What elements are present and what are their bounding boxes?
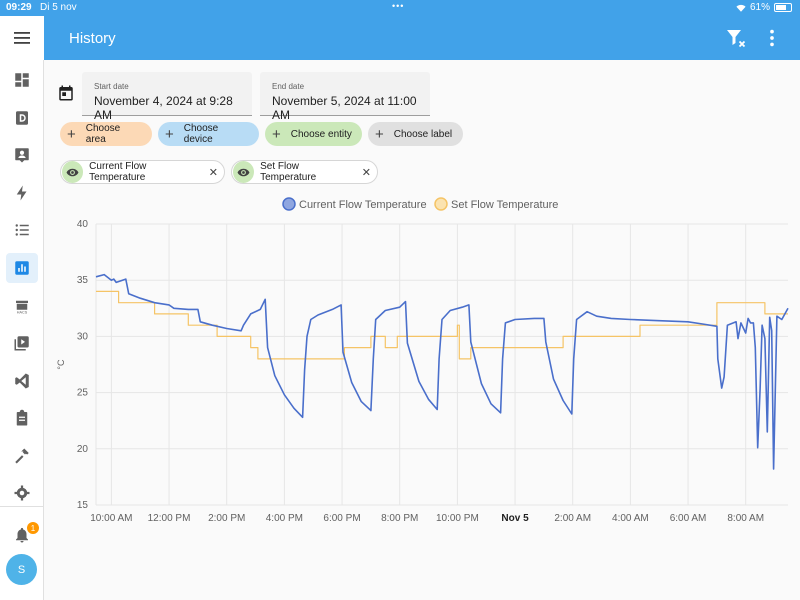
sidebar-divider [0, 506, 44, 507]
multitask-dots-icon[interactable]: ••• [392, 1, 404, 11]
legend-label[interactable]: Current Flow Temperature [299, 199, 427, 211]
sidebar-item-history[interactable] [6, 253, 38, 283]
plus-icon: + [272, 125, 281, 143]
cog-icon [14, 485, 30, 501]
account-box-icon [15, 148, 29, 163]
x-tick-label: 6:00 AM [670, 513, 707, 524]
start-date-field[interactable]: Start date November 4, 2024 at 9:28 AM [82, 72, 252, 122]
choose-entity-chip[interactable]: + Choose entity [265, 122, 362, 146]
chart-box-icon [15, 261, 29, 275]
page-title: History [69, 30, 116, 47]
hacs-icon: HACS [16, 300, 28, 315]
history-content: Start date November 4, 2024 at 9:28 AM E… [44, 60, 800, 600]
choose-device-chip[interactable]: + Choose device [158, 122, 259, 146]
x-tick-label: 10:00 PM [436, 513, 479, 524]
y-tick-label: 20 [77, 444, 89, 455]
plus-icon: + [375, 125, 384, 143]
x-tick-label: 6:00 PM [323, 513, 360, 524]
user-avatar[interactable]: S [6, 554, 37, 585]
legend-label[interactable]: Set Flow Temperature [451, 199, 558, 211]
x-tick-label: 2:00 AM [554, 513, 591, 524]
choose-label-label: Choose label [393, 128, 453, 140]
sidebar-item-hacs[interactable]: HACS [6, 291, 38, 321]
hammer-icon [15, 448, 29, 464]
battery-percent: 61% [749, 2, 770, 13]
remove-chip-icon[interactable]: ✕ [209, 166, 218, 179]
sidebar-item-logbook[interactable] [6, 215, 38, 245]
sidebar-item-settings[interactable] [6, 478, 38, 508]
ios-status-bar: 09:29 Di 5 nov ••• 61% [0, 0, 800, 16]
sidebar-item-developer-tools[interactable] [6, 441, 38, 471]
hamburger-menu-icon [14, 32, 30, 44]
x-tick-label: 8:00 PM [381, 513, 418, 524]
selected-entity-chip[interactable]: Set Flow Temperature ✕ [231, 160, 378, 184]
start-date-value: November 4, 2024 at 9:28 AM [94, 94, 233, 122]
x-tick-label: 8:00 AM [727, 513, 764, 524]
vscode-icon [15, 373, 29, 389]
status-date: Di 5 nov [40, 2, 77, 13]
y-tick-label: 40 [77, 219, 89, 230]
d-square-icon [16, 111, 28, 125]
choose-label-chip[interactable]: + Choose label [368, 122, 463, 146]
sidebar-item-energy[interactable] [6, 178, 38, 208]
start-date-label: Start date [94, 82, 129, 91]
notification-count-badge: 1 [27, 522, 39, 534]
sidebar: HACS 1 S [0, 16, 44, 600]
y-axis-label: °C [56, 359, 66, 370]
choose-area-chip[interactable]: + Choose area [60, 122, 152, 146]
x-tick-label: 10:00 AM [90, 513, 132, 524]
selected-entity-label: Current Flow Temperature [89, 161, 147, 183]
series-current-flow-temperature [95, 273, 789, 470]
y-tick-label: 30 [77, 331, 89, 342]
y-tick-label: 25 [77, 388, 89, 399]
choose-device-label: Choose device [183, 123, 219, 145]
x-tick-label: Nov 5 [501, 513, 529, 524]
app-bar: History [44, 16, 800, 60]
status-right-group: 61% [736, 2, 792, 13]
status-time: 09:29 [6, 2, 32, 13]
y-tick-label: 35 [77, 275, 89, 286]
choose-area-label: Choose area [85, 123, 121, 145]
legend-swatch[interactable] [282, 197, 296, 211]
selected-entity-chip[interactable]: Current Flow Temperature ✕ [60, 160, 225, 184]
plus-icon: + [165, 125, 174, 143]
plus-icon: + [67, 125, 76, 143]
end-date-field[interactable]: End date November 5, 2024 at 11:00 AM [260, 72, 430, 122]
legend-swatch[interactable] [434, 197, 448, 211]
x-tick-label: 4:00 AM [612, 513, 649, 524]
sidebar-menu-button[interactable] [0, 16, 44, 60]
sidebar-item-d-panel[interactable] [6, 103, 38, 133]
remove-chip-icon[interactable]: ✕ [362, 166, 371, 179]
dashboard-icon [15, 73, 29, 87]
clipboard-icon [16, 409, 28, 426]
wifi-icon [736, 4, 746, 12]
end-date-value: November 5, 2024 at 11:00 AM [272, 94, 417, 122]
sidebar-item-todo[interactable] [6, 403, 38, 433]
end-date-label: End date [272, 82, 305, 91]
x-tick-label: 4:00 PM [266, 513, 303, 524]
choose-entity-label: Choose entity [290, 128, 352, 140]
history-chart[interactable]: 15 20 25 30 35 40 10:00 AM 12:00 PM 2:00 PM 4:00 … [44, 188, 800, 600]
sidebar-item-overview[interactable] [6, 65, 38, 95]
sidebar-item-media[interactable] [6, 328, 38, 358]
calendar-icon[interactable] [57, 84, 75, 102]
lightning-icon [16, 185, 27, 201]
sidebar-item-vscode[interactable] [6, 366, 38, 396]
sidebar-item-person-panel[interactable] [6, 140, 38, 170]
filter-remove-icon[interactable] [724, 26, 748, 50]
list-icon [15, 224, 29, 236]
selected-entity-label: Set Flow Temperature [260, 161, 317, 183]
eye-icon [62, 161, 84, 183]
x-tick-label: 2:00 PM [208, 513, 245, 524]
battery-icon [774, 3, 792, 12]
x-tick-label: 12:00 PM [148, 513, 191, 524]
svg-text:HACS: HACS [17, 311, 28, 315]
dots-vertical-icon[interactable] [761, 26, 783, 50]
eye-icon [233, 161, 255, 183]
y-tick-label: 15 [77, 500, 89, 511]
play-box-icon [14, 336, 29, 351]
